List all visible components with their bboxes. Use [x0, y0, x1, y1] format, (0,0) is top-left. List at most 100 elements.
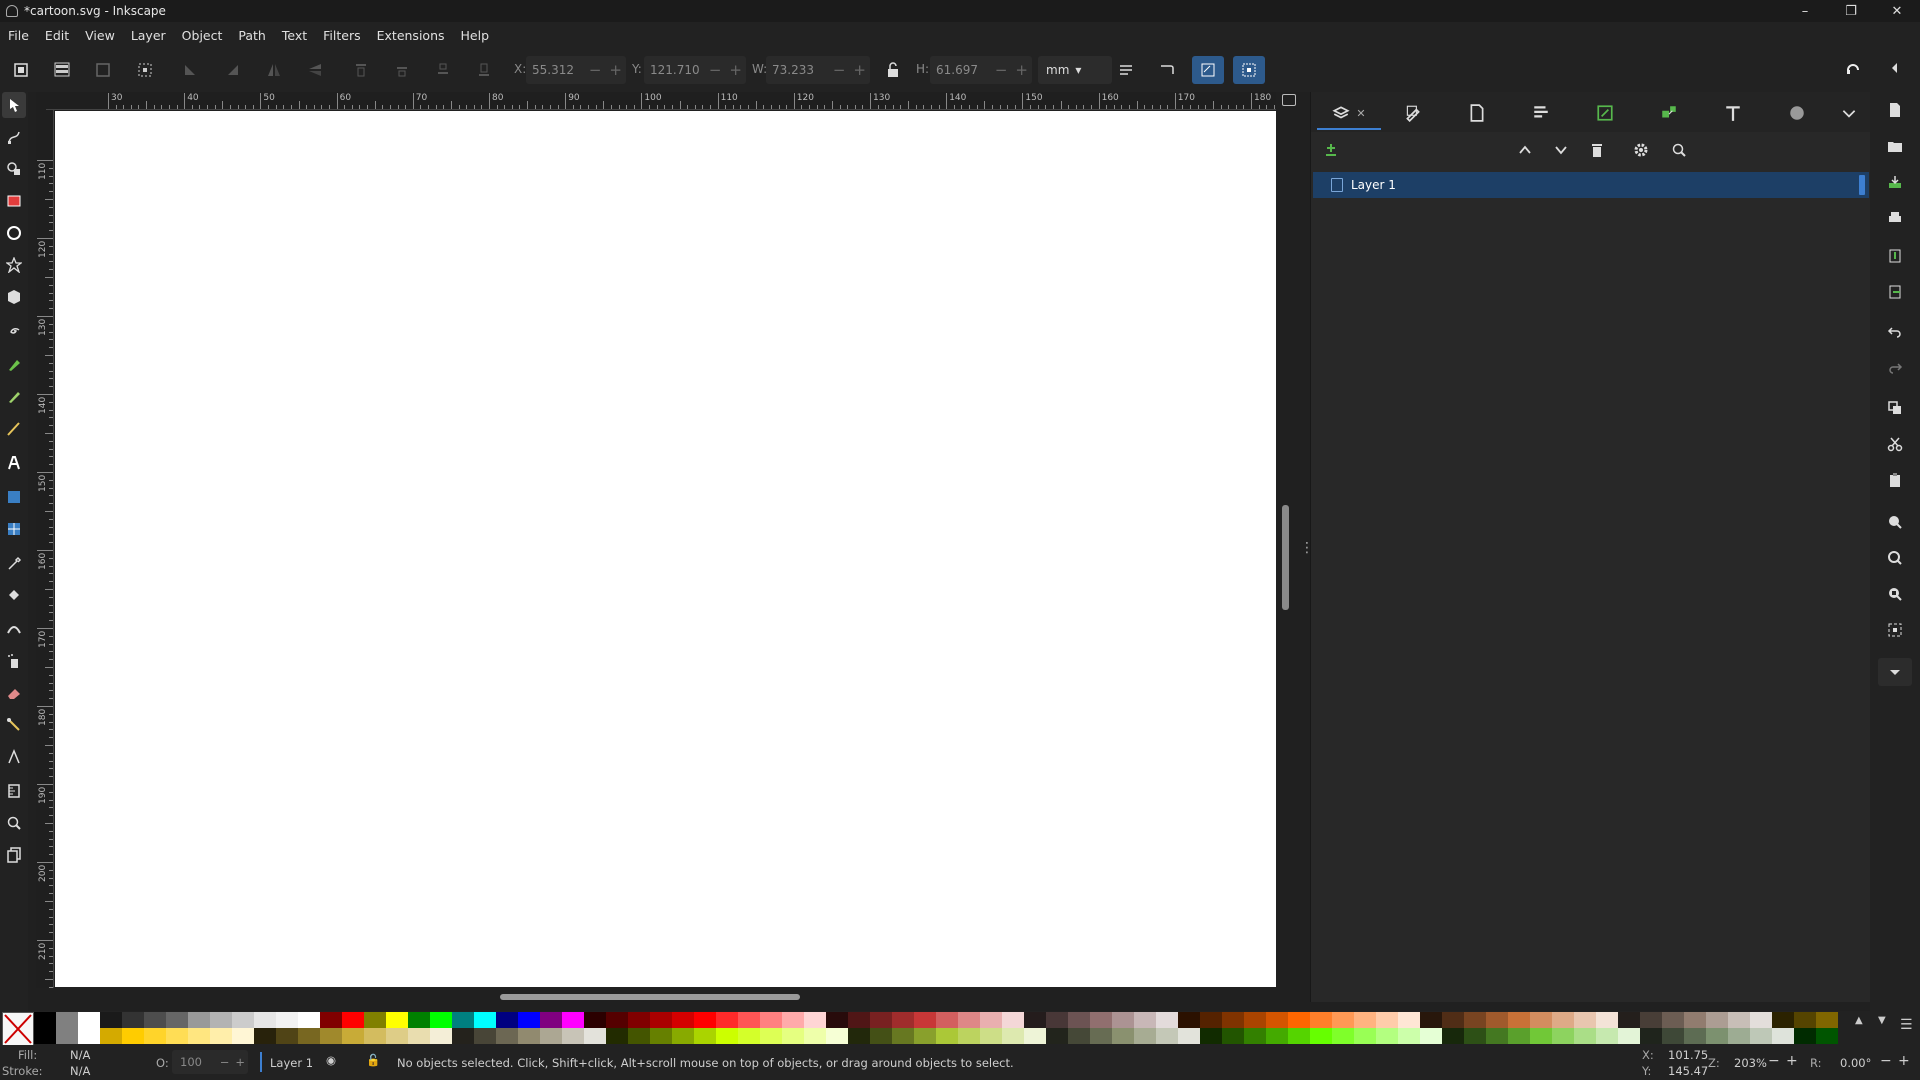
box3d-icon[interactable]	[2, 284, 26, 310]
color-swatch[interactable]	[562, 1028, 584, 1044]
rectangle-icon[interactable]	[2, 188, 26, 214]
opacity-value[interactable]: 100	[172, 1055, 217, 1069]
move-down-icon[interactable]	[1549, 138, 1573, 162]
color-swatch[interactable]	[1684, 1012, 1706, 1028]
close-window-button[interactable]: ✕	[1874, 0, 1920, 22]
layers-objects-icon[interactable]: ✕	[1317, 98, 1381, 130]
color-swatch[interactable]	[1288, 1012, 1310, 1028]
color-swatch[interactable]	[1134, 1012, 1156, 1028]
color-swatch[interactable]	[870, 1028, 892, 1044]
paste-icon[interactable]	[1883, 468, 1907, 492]
color-swatch[interactable]	[1618, 1028, 1640, 1044]
color-swatch[interactable]	[1288, 1028, 1310, 1044]
vertical-scrollbar[interactable]	[1282, 505, 1289, 610]
w-value[interactable]: 73.233	[766, 63, 829, 77]
save-icon[interactable]	[1883, 170, 1907, 194]
touch-select-icon[interactable]	[133, 58, 157, 82]
color-swatch[interactable]	[1222, 1012, 1244, 1028]
y-spinbox[interactable]: 121.710− +	[644, 56, 746, 84]
color-swatch[interactable]	[1156, 1028, 1178, 1044]
color-swatch[interactable]	[210, 1012, 232, 1028]
color-swatch[interactable]	[914, 1012, 936, 1028]
x-value[interactable]: 55.312	[526, 63, 585, 77]
color-swatch[interactable]	[694, 1028, 716, 1044]
text-icon[interactable]	[2, 450, 26, 476]
color-swatch[interactable]	[496, 1028, 518, 1044]
zoom-drawing-icon[interactable]	[1883, 546, 1907, 570]
search-field[interactable]	[1667, 138, 1867, 162]
color-swatch[interactable]	[848, 1012, 870, 1028]
color-swatch[interactable]	[1266, 1012, 1288, 1028]
maximize-button[interactable]: ❐	[1828, 0, 1874, 22]
color-swatch[interactable]	[1156, 1012, 1178, 1028]
color-swatch[interactable]	[1464, 1028, 1486, 1044]
color-swatch[interactable]	[1508, 1012, 1530, 1028]
color-swatch[interactable]	[562, 1012, 584, 1028]
color-swatch[interactable]	[408, 1028, 430, 1044]
canvas-page[interactable]	[55, 111, 1276, 987]
color-swatch[interactable]	[232, 1028, 254, 1044]
color-swatch[interactable]	[1772, 1012, 1794, 1028]
color-swatch[interactable]	[870, 1012, 892, 1028]
rotate-minus-icon[interactable]: −	[1880, 1053, 1892, 1069]
color-swatch[interactable]	[1486, 1012, 1508, 1028]
color-swatch[interactable]	[452, 1012, 474, 1028]
color-swatch[interactable]	[892, 1012, 914, 1028]
color-swatch[interactable]	[1750, 1028, 1772, 1044]
menu-help[interactable]: Help	[453, 28, 498, 43]
select-all-layers-icon[interactable]	[50, 58, 74, 82]
color-swatch[interactable]	[254, 1028, 276, 1044]
color-swatch[interactable]	[1310, 1012, 1332, 1028]
color-swatch[interactable]	[1794, 1028, 1816, 1044]
color-swatch[interactable]	[1002, 1012, 1024, 1028]
color-swatch[interactable]	[1068, 1012, 1090, 1028]
color-swatch[interactable]	[1354, 1028, 1376, 1044]
y-value[interactable]: 121.710	[644, 63, 705, 77]
rotation-value[interactable]: 0.00°	[1840, 1056, 1871, 1070]
color-swatch[interactable]	[1398, 1012, 1420, 1028]
color-swatch[interactable]	[1816, 1028, 1838, 1044]
color-swatch[interactable]	[1332, 1012, 1354, 1028]
color-swatch[interactable]	[1508, 1028, 1530, 1044]
color-swatch[interactable]	[1530, 1012, 1552, 1028]
lower-to-bottom-icon[interactable]	[472, 58, 496, 82]
color-swatch[interactable]	[1640, 1028, 1662, 1044]
spiral-icon[interactable]	[2, 318, 26, 344]
color-swatch[interactable]	[1002, 1028, 1024, 1044]
color-swatch[interactable]	[474, 1012, 496, 1028]
color-swatch[interactable]	[958, 1012, 980, 1028]
layer-lock-icon[interactable]: 🔓	[366, 1053, 380, 1067]
calligraphy-icon[interactable]	[2, 416, 26, 442]
h-increment-icon[interactable]: +	[1011, 61, 1032, 79]
no-color-swatch[interactable]	[2, 1012, 34, 1046]
color-swatch[interactable]	[826, 1028, 848, 1044]
color-swatch[interactable]	[980, 1012, 1002, 1028]
tweak-brush-icon[interactable]	[2, 616, 26, 642]
menu-filters[interactable]: Filters	[315, 28, 368, 43]
color-swatch[interactable]	[672, 1028, 694, 1044]
color-swatch[interactable]	[386, 1012, 408, 1028]
color-swatch[interactable]	[958, 1028, 980, 1044]
x-increment-icon[interactable]: +	[605, 61, 626, 79]
color-swatch[interactable]	[1068, 1028, 1090, 1044]
print-icon[interactable]	[1883, 206, 1907, 230]
color-swatch[interactable]	[100, 1012, 122, 1028]
color-swatch[interactable]	[1112, 1028, 1134, 1044]
color-swatch[interactable]	[606, 1028, 628, 1044]
minimize-button[interactable]: –	[1782, 0, 1828, 22]
pages-icon[interactable]	[2, 842, 26, 868]
menu-file[interactable]: File	[0, 28, 37, 43]
copy-icon[interactable]	[1883, 396, 1907, 420]
transform-gradients-icon[interactable]	[1192, 56, 1224, 84]
color-swatch[interactable]	[1244, 1012, 1266, 1028]
color-swatch[interactable]	[1442, 1028, 1464, 1044]
color-swatch[interactable]	[1112, 1012, 1134, 1028]
settings-gear-icon[interactable]	[1629, 138, 1653, 162]
color-swatch[interactable]	[1046, 1028, 1068, 1044]
color-swatch[interactable]	[804, 1028, 826, 1044]
color-swatch[interactable]	[496, 1012, 518, 1028]
color-swatch[interactable]	[716, 1028, 738, 1044]
color-swatch[interactable]	[1596, 1028, 1618, 1044]
rotate-ccw-icon[interactable]	[178, 58, 202, 82]
star-icon[interactable]	[2, 252, 26, 278]
